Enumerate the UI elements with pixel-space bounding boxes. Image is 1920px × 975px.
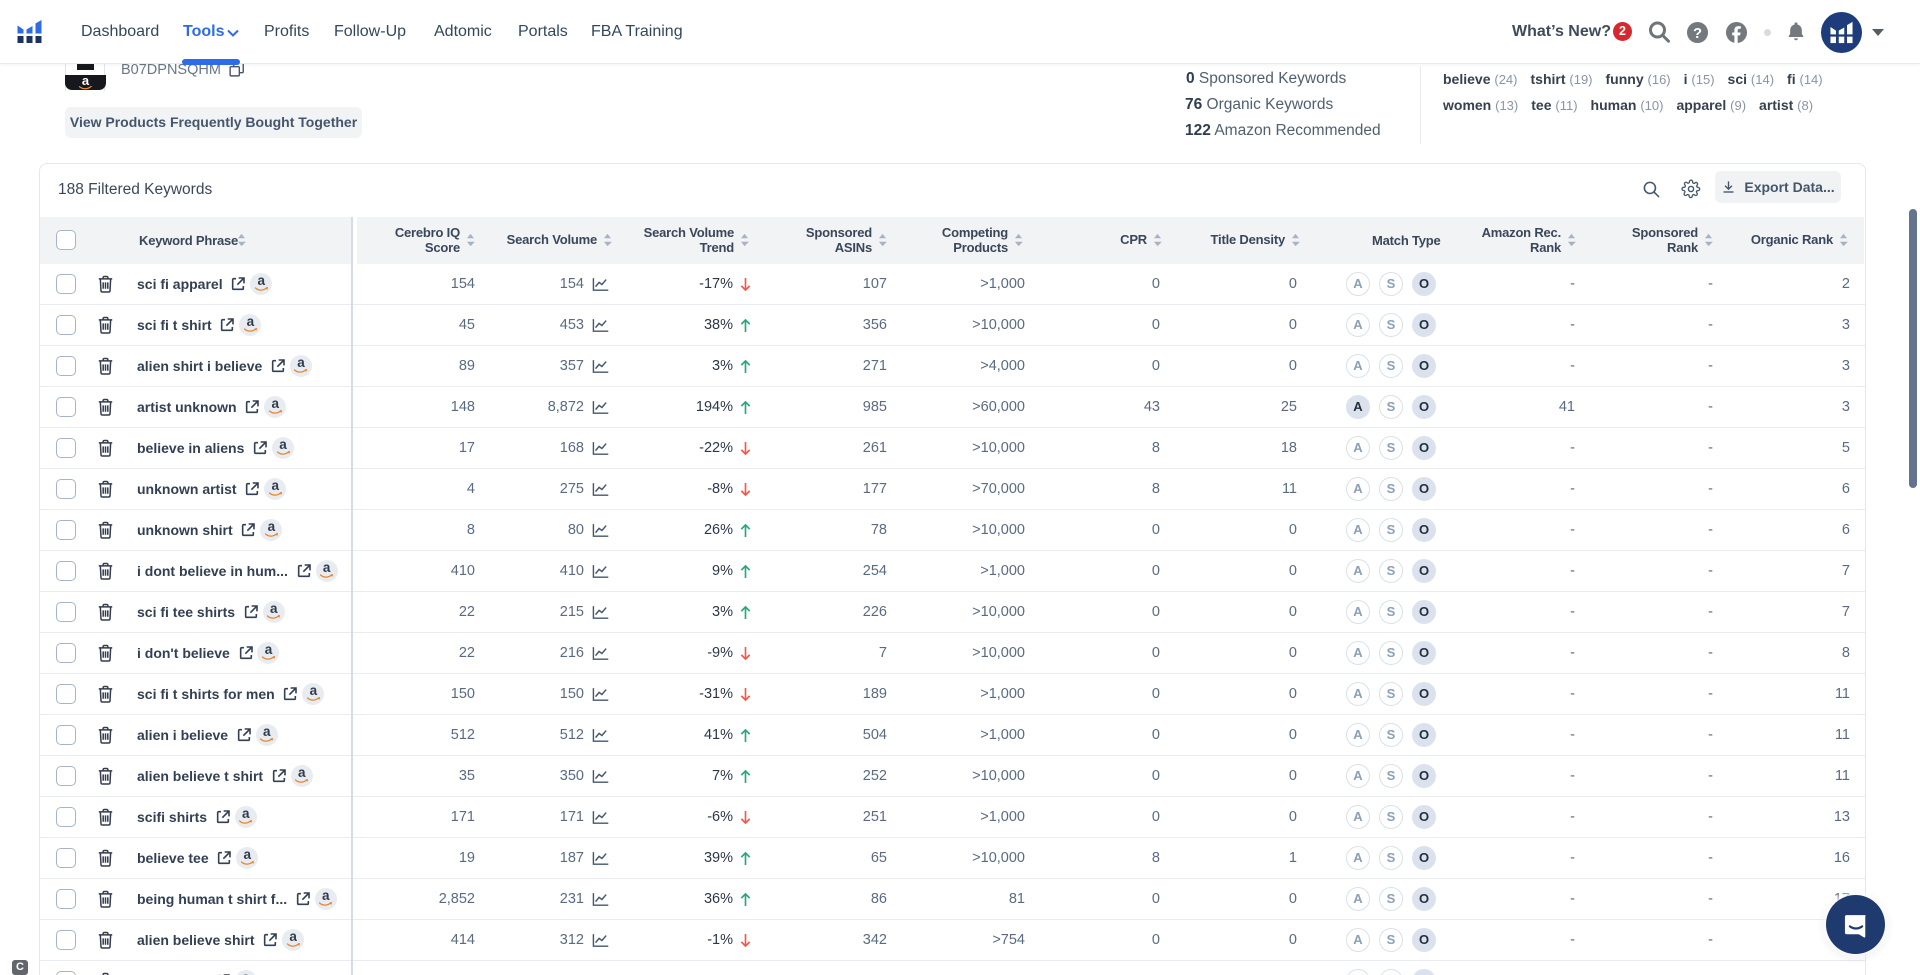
svg-text:?: ? (1693, 26, 1702, 42)
